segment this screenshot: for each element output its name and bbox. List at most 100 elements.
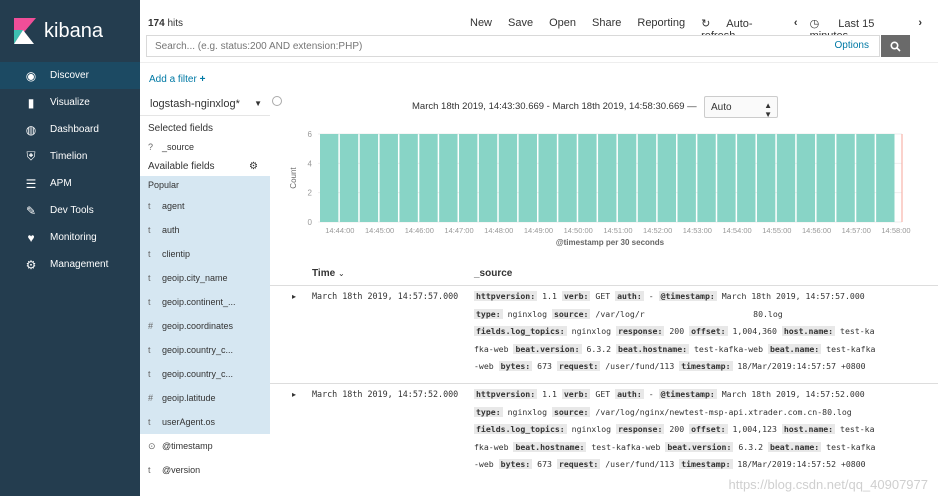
x-tick-label: 14:55:00 (762, 226, 791, 235)
search-icon (890, 40, 901, 52)
collapse-sidebar-icon[interactable] (272, 96, 282, 106)
brand-name: kibana (44, 19, 103, 42)
source-value: /var/log/r 80.log (590, 308, 783, 319)
search-button[interactable] (881, 35, 910, 57)
field-item[interactable]: ? _source (140, 138, 270, 156)
row-source: httpversion: 1.1 verb: GET auth: - @time… (474, 386, 906, 474)
histogram-bar (518, 134, 537, 222)
options-button[interactable]: Options (835, 40, 869, 51)
field-item[interactable]: # geoip.coordinates (140, 314, 270, 338)
interval-select[interactable]: Auto ▲ ▼ (704, 96, 778, 119)
nav-item-visualize[interactable]: ▮ Visualize (0, 89, 140, 116)
y-tick-label: 0 (308, 218, 313, 227)
nav-item-discover[interactable]: ◉ Discover (0, 62, 140, 89)
source-value: test-kafka (821, 441, 876, 452)
nav-item-apm[interactable]: ☰ APM (0, 170, 140, 197)
source-value: GET (590, 291, 616, 301)
field-item[interactable]: t geoip.country_c... (140, 362, 270, 386)
x-tick-label: 14:47:00 (444, 226, 473, 235)
field-item[interactable]: # geoip.latitude (140, 386, 270, 410)
source-key: beat.hostname: (513, 441, 587, 452)
search-box: Options (146, 35, 880, 57)
updown-icon: ▲ ▼ (764, 101, 772, 119)
search-input[interactable] (147, 36, 817, 56)
plus-icon: + (199, 74, 206, 85)
field-item[interactable]: t @version (140, 458, 270, 482)
table-row: ▸ March 18th 2019, 14:57:52.000 httpversio… (270, 386, 938, 482)
histogram-bar (379, 134, 398, 222)
index-pattern-select[interactable]: logstash-nginxlog* ▼ (140, 92, 270, 116)
source-line: -web bytes: 673 request: /user/fund/113 … (474, 358, 906, 376)
source-key: fields.log_topics: (474, 326, 567, 337)
histogram-bar (856, 134, 875, 222)
expand-row-icon[interactable]: ▸ (292, 390, 296, 399)
histogram-bar (578, 134, 597, 222)
field-type-icon: t (148, 345, 151, 355)
nav-item-label: Dev Tools (50, 205, 94, 216)
field-type-icon: t (148, 249, 151, 259)
x-tick-label: 14:51:00 (603, 226, 632, 235)
field-item[interactable]: t geoip.country_c... (140, 338, 270, 362)
nav-item-timelion[interactable]: ⛨ Timelion (0, 143, 140, 170)
heartbeat-icon: ♥ (27, 230, 35, 245)
histogram-bar (816, 134, 835, 222)
nav-item-management[interactable]: ⚙ Management (0, 251, 140, 278)
field-item[interactable]: ⊙ @timestamp (140, 434, 270, 458)
time-next-button[interactable]: › (918, 17, 922, 42)
field-item[interactable]: t geoip.continent_... (140, 290, 270, 314)
source-value: fka-web (474, 343, 514, 354)
row-time: March 18th 2019, 14:57:52.000 (312, 389, 459, 399)
histogram-bar (836, 134, 855, 222)
source-line: fields.log_topics: nginxlog response: 20… (474, 421, 906, 439)
histogram-bar (439, 134, 458, 222)
field-type-icon: # (148, 321, 154, 331)
available-fields-title: Available fields (148, 160, 215, 172)
source-line: type: nginxlog source: /var/log/nginx/ne… (474, 404, 906, 422)
histogram-bar (598, 134, 617, 222)
field-name: clientip (162, 249, 191, 259)
time-column-header[interactable]: Time ⌄ (312, 268, 345, 279)
sidebar: kibana ◉ Discover ▮ Visualize ◍ Dashboard ⛨ Tim… (0, 0, 140, 496)
source-value: nginxlog (502, 308, 552, 319)
source-key: bytes: (498, 361, 533, 372)
field-name: geoip.country_c... (162, 345, 234, 355)
source-key: beat.version: (513, 343, 582, 354)
field-item[interactable]: t auth (140, 218, 270, 242)
field-type-icon: t (148, 273, 151, 283)
field-item[interactable]: t userAgent.os (140, 410, 270, 434)
apm-icon: ☰ (25, 176, 37, 191)
nav-item-dashboard[interactable]: ◍ Dashboard (0, 116, 140, 143)
x-axis-label: @timestamp per 30 seconds (556, 238, 665, 247)
field-item[interactable]: t agent (140, 194, 270, 218)
add-filter-button[interactable]: Add a filter + (149, 74, 205, 85)
histogram-bar (737, 134, 756, 222)
x-tick-label: 14:57:00 (842, 226, 871, 235)
source-key: request: (556, 361, 601, 372)
kibana-logo[interactable]: kibana (0, 0, 140, 62)
compass-icon: ◉ (25, 68, 37, 83)
time-column-label: Time (312, 268, 336, 279)
nav-item-label: Discover (50, 70, 89, 81)
histogram-bar (320, 134, 339, 222)
source-value: 1,004,360 (727, 326, 782, 337)
nav-item-dev-tools[interactable]: ✎ Dev Tools (0, 197, 140, 224)
source-key: offset: (689, 326, 728, 337)
source-key: verb: (561, 389, 591, 399)
x-tick-label: 14:48:00 (484, 226, 513, 235)
source-key: response: (616, 424, 665, 435)
gear-icon[interactable]: ⚙ (249, 161, 258, 172)
expand-row-icon[interactable]: ▸ (292, 292, 296, 301)
field-type-icon: t (148, 369, 151, 379)
histogram-bar (359, 134, 379, 222)
x-tick-label: 14:56:00 (802, 226, 831, 235)
field-list: logstash-nginxlog* ▼ Selected fields ? _s… (140, 92, 270, 496)
source-column-header: _source (474, 268, 513, 279)
source-line: httpversion: 1.1 verb: GET auth: - @time… (474, 386, 906, 404)
field-item[interactable]: t geoip.city_name (140, 266, 270, 290)
nav-item-monitoring[interactable]: ♥ Monitoring (0, 224, 140, 251)
source-key: request: (556, 459, 601, 470)
field-type-icon: t (148, 417, 151, 427)
field-item[interactable]: t clientip (140, 242, 270, 266)
source-value: 6.3.2 (581, 343, 617, 354)
field-name: geoip.coordinates (162, 321, 234, 331)
